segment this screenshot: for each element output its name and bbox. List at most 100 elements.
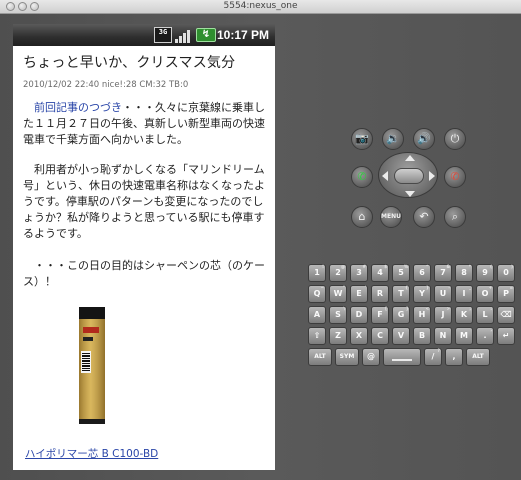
post-meta: 2010/12/02 22:40 nice!:28 CM:32 TB:0 bbox=[23, 80, 189, 90]
key-h[interactable]: H < bbox=[413, 306, 431, 324]
product-link[interactable]: ハイポリマー芯 B C100-BD bbox=[25, 446, 158, 461]
key-label: Y bbox=[419, 289, 425, 298]
key-label: ⌫ bbox=[500, 310, 512, 319]
key-w[interactable]: W " bbox=[329, 285, 347, 303]
key-u[interactable]: U- bbox=[434, 285, 452, 303]
menu-button[interactable]: MENU bbox=[380, 206, 402, 228]
key-y[interactable]: Y} bbox=[413, 285, 431, 303]
device-screen[interactable]: 3G ↯ 10:17 PM ちょっと早いか、クリスマス気分 2010/12/02… bbox=[13, 24, 275, 470]
call-button[interactable]: ✆ bbox=[351, 166, 373, 188]
key-label: S bbox=[335, 310, 341, 319]
camera-icon: 📷 bbox=[355, 132, 369, 145]
key-label: 7 bbox=[440, 268, 446, 277]
key-label: Q bbox=[313, 289, 321, 298]
key-9[interactable]: 9( bbox=[476, 264, 494, 282]
minimize-window-button[interactable] bbox=[18, 2, 27, 11]
key-label: G bbox=[397, 310, 405, 319]
key-b[interactable]: B bbox=[413, 327, 431, 345]
key-alt[interactable]: ALT bbox=[466, 348, 490, 366]
dpad-down-icon[interactable] bbox=[405, 191, 415, 197]
key-⌫[interactable]: ⌫ bbox=[497, 306, 515, 324]
camera-button[interactable]: 📷 bbox=[351, 128, 373, 150]
volume-up-button[interactable]: 🔊 bbox=[413, 128, 435, 150]
key-alt-label: ) bbox=[511, 264, 513, 269]
key-p[interactable]: P = bbox=[497, 285, 515, 303]
key-alt-label: = bbox=[509, 285, 513, 290]
key-alt-label: ~ bbox=[320, 285, 324, 290]
network-3g-icon: 3G bbox=[154, 27, 172, 43]
key-8[interactable]: 8 * bbox=[455, 264, 473, 282]
key-z[interactable]: Z bbox=[329, 327, 347, 345]
key-alt[interactable]: ALT bbox=[308, 348, 332, 366]
close-window-button[interactable] bbox=[6, 2, 15, 11]
key-e[interactable]: E ' bbox=[350, 285, 368, 303]
key-7[interactable]: 7 & bbox=[434, 264, 452, 282]
key-label: 5 bbox=[398, 268, 404, 277]
key-m[interactable]: M bbox=[455, 327, 473, 345]
key-alt-label: ; bbox=[469, 306, 471, 311]
end-call-button[interactable]: ✆ bbox=[444, 166, 466, 188]
key-label: K bbox=[460, 310, 468, 319]
dpad-up-icon[interactable] bbox=[405, 155, 415, 161]
zoom-window-button[interactable] bbox=[30, 2, 39, 11]
key-label: ALT bbox=[472, 353, 484, 360]
key-/[interactable]: /? bbox=[424, 348, 442, 366]
pencil-lead-case-image[interactable] bbox=[75, 307, 109, 425]
key-↵[interactable]: ↵ bbox=[497, 327, 515, 345]
home-button[interactable]: ⌂ bbox=[351, 206, 373, 228]
key-q[interactable]: Q ~ bbox=[308, 285, 326, 303]
key-5[interactable]: 5% bbox=[392, 264, 410, 282]
key-label: 2 bbox=[335, 268, 341, 277]
key-g[interactable]: G] bbox=[392, 306, 410, 324]
volume-down-button[interactable]: 🔉 bbox=[382, 128, 404, 150]
home-icon: ⌂ bbox=[358, 210, 366, 223]
search-button[interactable]: ⌕ bbox=[444, 206, 466, 228]
key-k[interactable]: K; bbox=[455, 306, 473, 324]
key-label: 3 bbox=[356, 268, 362, 277]
key-label: D bbox=[355, 310, 363, 319]
key-space[interactable] bbox=[383, 348, 421, 366]
key-r[interactable]: R bbox=[371, 285, 389, 303]
key-i[interactable]: I _ bbox=[455, 285, 473, 303]
key-2[interactable]: 2 @ bbox=[329, 264, 347, 282]
power-button[interactable]: ⏻ bbox=[444, 128, 466, 150]
key-4[interactable]: 4 $ bbox=[371, 264, 389, 282]
key-0[interactable]: 0) bbox=[497, 264, 515, 282]
key-,[interactable]: , bbox=[445, 348, 463, 366]
dpad-left-icon[interactable] bbox=[382, 171, 388, 181]
key-alt-label: " bbox=[342, 285, 345, 290]
key-3[interactable]: 3 # bbox=[350, 264, 368, 282]
key-l[interactable]: L: bbox=[476, 306, 494, 324]
key-1[interactable]: 1! bbox=[308, 264, 326, 282]
key-label: 6 bbox=[419, 268, 425, 277]
key-j[interactable]: J > bbox=[434, 306, 452, 324]
key-t[interactable]: T{ bbox=[392, 285, 410, 303]
dpad-center-button[interactable] bbox=[394, 168, 424, 184]
key-@[interactable]: @ bbox=[362, 348, 380, 366]
back-button[interactable]: ↶ bbox=[413, 206, 435, 228]
key-sym[interactable]: SYM bbox=[335, 348, 359, 366]
key-n[interactable]: N bbox=[434, 327, 452, 345]
previous-article-link[interactable]: 前回記事のつづき bbox=[34, 101, 122, 114]
volume-up-icon: 🔊 bbox=[417, 132, 431, 145]
key-d[interactable]: D bbox=[350, 306, 368, 324]
key-o[interactable]: O + bbox=[476, 285, 494, 303]
key-6[interactable]: 6 ^ bbox=[413, 264, 431, 282]
post-paragraph-2-text: 利用者が小っ恥ずかしくなる「マリンドリーム号」という、休日の快速電車名称はなくな… bbox=[23, 163, 265, 240]
dpad-right-icon[interactable] bbox=[429, 171, 435, 181]
key-label: V bbox=[397, 331, 405, 340]
key-.[interactable]: ., bbox=[476, 327, 494, 345]
key-v[interactable]: V bbox=[392, 327, 410, 345]
key-c[interactable]: C bbox=[371, 327, 389, 345]
key-x[interactable]: X bbox=[350, 327, 368, 345]
key-⇧[interactable]: ⇧ bbox=[308, 327, 326, 345]
key-f[interactable]: F[ bbox=[371, 306, 389, 324]
key-label: W bbox=[333, 289, 343, 298]
key-s[interactable]: S \ bbox=[329, 306, 347, 324]
key-a[interactable]: A bbox=[308, 306, 326, 324]
key-label: 0 bbox=[503, 268, 509, 277]
key-label: 1 bbox=[314, 268, 320, 277]
key-label: 4 bbox=[377, 268, 383, 277]
key-label: L bbox=[482, 310, 488, 319]
key-alt-label: , bbox=[490, 327, 492, 332]
